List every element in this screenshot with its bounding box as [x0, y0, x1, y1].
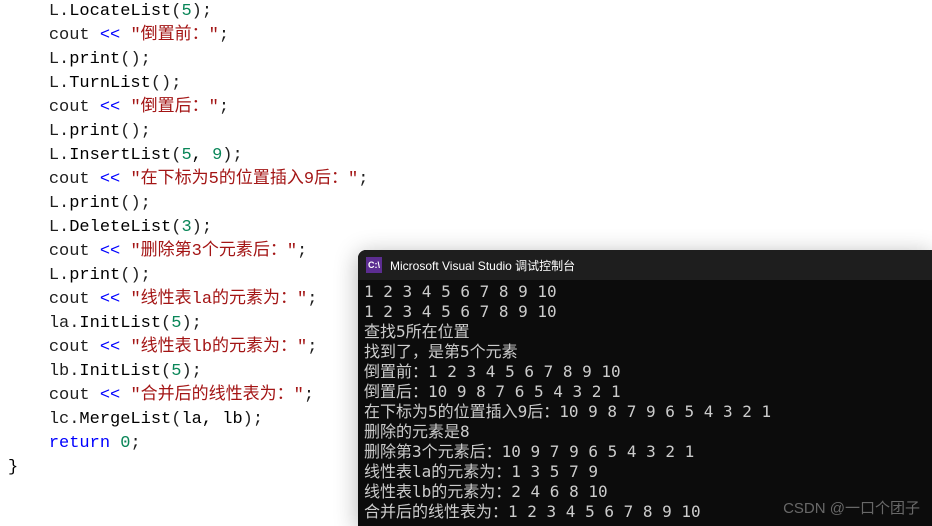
- code-line[interactable]: L.DeleteList(3);: [8, 216, 924, 240]
- vs-icon: C:\: [366, 257, 382, 273]
- code-line[interactable]: L.InsertList(5, 9);: [8, 144, 924, 168]
- code-line[interactable]: cout << "倒置前：";: [8, 24, 924, 48]
- console-output[interactable]: 1 2 3 4 5 6 7 8 9 10 1 2 3 4 5 6 7 8 9 1…: [358, 280, 932, 524]
- code-line[interactable]: cout << "在下标为5的位置插入9后：";: [8, 168, 924, 192]
- console-titlebar[interactable]: C:\ Microsoft Visual Studio 调试控制台: [358, 250, 932, 280]
- debug-console-window: C:\ Microsoft Visual Studio 调试控制台 1 2 3 …: [358, 250, 932, 526]
- code-line[interactable]: L.LocateList(5);: [8, 0, 924, 24]
- code-line[interactable]: L.TurnList();: [8, 72, 924, 96]
- code-line[interactable]: L.print();: [8, 48, 924, 72]
- code-line[interactable]: L.print();: [8, 192, 924, 216]
- code-line[interactable]: L.print();: [8, 120, 924, 144]
- code-line[interactable]: cout << "倒置后：";: [8, 96, 924, 120]
- console-title: Microsoft Visual Studio 调试控制台: [390, 257, 575, 274]
